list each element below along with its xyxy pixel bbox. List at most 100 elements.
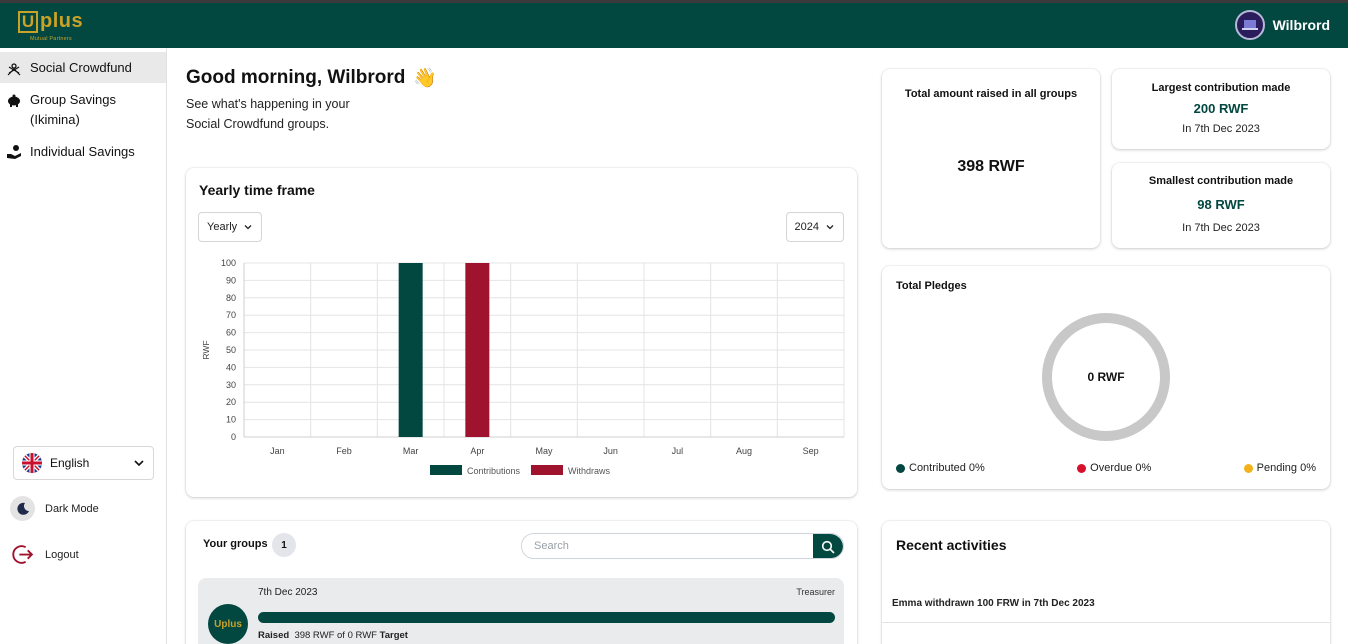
- contributions-withdraws-bar-chart: 0 10 20 30 40 50 60 70 80 90 100 Jan Feb Mar Apr May Jun…: [201, 258, 845, 476]
- y-tick-label: 60: [226, 328, 236, 338]
- search-input[interactable]: [522, 534, 813, 558]
- pledges-legend: Contributed 0% Overdue 0% Pending 0%: [896, 462, 1316, 474]
- target-label: Target: [379, 630, 408, 641]
- smallest-contribution-card: Smallest contribution made 98 RWF In 7th…: [1112, 163, 1330, 248]
- top-bar: U plus Mutual Partners Wilbrord: [0, 3, 1348, 48]
- chevron-down-icon: [134, 460, 144, 467]
- legend-dot: [1077, 463, 1087, 473]
- year-select-value: 2024: [794, 221, 819, 233]
- chevron-down-icon: [826, 225, 834, 230]
- sidebar: Social Crowdfund Group Savings (Ikimina)…: [0, 48, 167, 644]
- sidebar-item-group-savings[interactable]: Group Savings (Ikimina): [0, 90, 166, 130]
- x-tick-label: Aug: [736, 446, 752, 456]
- x-tick-label: Jul: [672, 446, 684, 456]
- y-tick-label: 80: [226, 293, 236, 303]
- raised-amount: 398 RWF of 0 RWF: [294, 630, 377, 641]
- largest-contribution-card: Largest contribution made 200 RWF In 7th…: [1112, 69, 1330, 149]
- yearly-chart-card: Yearly time frame Yearly 2024 0 10 20 30 40 5…: [186, 168, 857, 497]
- logout-icon: [12, 545, 34, 564]
- y-tick-label: 0: [231, 432, 236, 442]
- sidebar-item-label: Social Crowdfund: [30, 60, 132, 75]
- group-search: [521, 533, 844, 559]
- recent-activities-card: Recent activities Emma withdrawn 100 FRW…: [882, 521, 1330, 644]
- piggy-bank-icon: [8, 94, 20, 107]
- group-date: 7th Dec 2023: [258, 587, 318, 598]
- smallest-contribution-label: Smallest contribution made: [1148, 175, 1294, 187]
- total-raised-label: Total amount raised in all groups: [904, 88, 1078, 100]
- moon-icon: [10, 496, 35, 521]
- legend-overdue: Overdue 0%: [1077, 462, 1151, 474]
- sidebar-item-individual-savings[interactable]: Individual Savings: [0, 140, 166, 162]
- your-groups-title: Your groups: [203, 538, 268, 550]
- group-list-item[interactable]: Uplus 7th Dec 2023 Treasurer Raised 398 …: [198, 578, 844, 644]
- sidebar-item-social-crowdfund[interactable]: Social Crowdfund: [0, 52, 166, 83]
- largest-contribution-label: Largest contribution made: [1151, 82, 1291, 94]
- year-select[interactable]: 2024: [785, 212, 844, 242]
- legend-label: Contributions: [467, 466, 521, 476]
- groups-count-badge: 1: [272, 533, 296, 557]
- legend-dot: [1243, 463, 1253, 473]
- x-tick-label: Mar: [403, 446, 419, 456]
- laptop-avatar-icon: [1241, 20, 1258, 30]
- legend-label: Pending 0%: [1256, 462, 1316, 474]
- logout-label: Logout: [45, 548, 79, 561]
- logout-button[interactable]: Logout: [10, 542, 79, 567]
- user-avatar: [1234, 10, 1265, 40]
- total-raised-card: Total amount raised in all groups 398 RW…: [882, 69, 1100, 248]
- legend-contributed: Contributed 0%: [896, 462, 985, 474]
- sidebar-item-label: Group Savings (Ikimina): [30, 92, 116, 127]
- legend-swatch: [430, 465, 462, 475]
- total-pledges-card: Total Pledges 0 RWF Contributed 0% Overd…: [882, 266, 1330, 489]
- legend-dot: [896, 463, 905, 473]
- y-tick-label: 10: [226, 415, 236, 425]
- total-raised-value: 398 RWF: [957, 158, 1025, 175]
- wave-icon: 👋: [413, 68, 438, 89]
- chart-card-title: Yearly time frame: [199, 182, 315, 198]
- language-label: English: [50, 456, 90, 470]
- raised-label: Raised: [258, 630, 290, 641]
- smallest-contribution-value: 98 RWF: [1197, 197, 1245, 212]
- hand-coin-icon: [7, 145, 21, 159]
- smallest-contribution-date: In 7th Dec 2023: [1182, 222, 1260, 234]
- dark-mode-toggle[interactable]: Dark Mode: [10, 496, 99, 521]
- period-select[interactable]: Yearly: [198, 212, 263, 242]
- language-select[interactable]: English: [13, 446, 154, 480]
- x-tick-label: May: [535, 446, 553, 456]
- search-button[interactable]: [813, 534, 843, 558]
- activity-item: Emma withdrawn 100 FRW in 7th Dec 2023: [882, 583, 1330, 623]
- user-menu[interactable]: Wilbrord: [1234, 9, 1330, 41]
- legend-label: Overdue 0%: [1090, 462, 1152, 474]
- greeting-subtitle: See what's happening in your Social Crow…: [186, 97, 350, 131]
- x-tick-label: Jan: [270, 446, 285, 456]
- greeting-text: Good morning, Wilbrord: [186, 67, 406, 88]
- uplus-logo[interactable]: U plus Mutual Partners: [18, 9, 98, 45]
- y-tick-label: 50: [226, 345, 236, 355]
- search-icon: [821, 540, 835, 554]
- legend-label: Withdraws: [568, 466, 611, 476]
- sidebar-item-label: Individual Savings: [30, 143, 135, 159]
- greeting: Good morning, Wilbrord 👋 See what's happe…: [186, 66, 437, 134]
- chevron-down-icon: [244, 225, 252, 230]
- x-tick-label: Feb: [336, 446, 352, 456]
- y-tick-label: 70: [226, 310, 236, 320]
- y-tick-label: 30: [226, 380, 236, 390]
- uk-flag-icon: [22, 453, 42, 473]
- logo-subtitle: Mutual Partners: [30, 36, 72, 42]
- group-avatar: Uplus: [208, 604, 248, 644]
- crowd-icon: [7, 62, 21, 75]
- y-tick-label: 90: [226, 275, 236, 285]
- your-groups-card: Your groups 1 Uplus 7th Dec 2023 Treasur…: [186, 521, 857, 644]
- y-tick-label: 100: [221, 258, 236, 268]
- y-tick-label: 40: [226, 362, 236, 372]
- pledges-donut: 0 RWF: [1042, 313, 1170, 441]
- total-pledges-title: Total Pledges: [896, 280, 967, 292]
- group-progress-bar: [258, 612, 835, 623]
- dark-mode-label: Dark Mode: [45, 502, 99, 515]
- group-raised-text: Raised 398 RWF of 0 RWF Target: [258, 630, 408, 641]
- user-name: Wilbrord: [1272, 17, 1330, 33]
- bar-withdraws: [465, 263, 490, 437]
- logo-text: plus: [40, 10, 84, 32]
- period-select-value: Yearly: [207, 221, 238, 233]
- largest-contribution-value: 200 RWF: [1193, 101, 1249, 116]
- greeting-title: Good morning, Wilbrord 👋: [186, 66, 437, 90]
